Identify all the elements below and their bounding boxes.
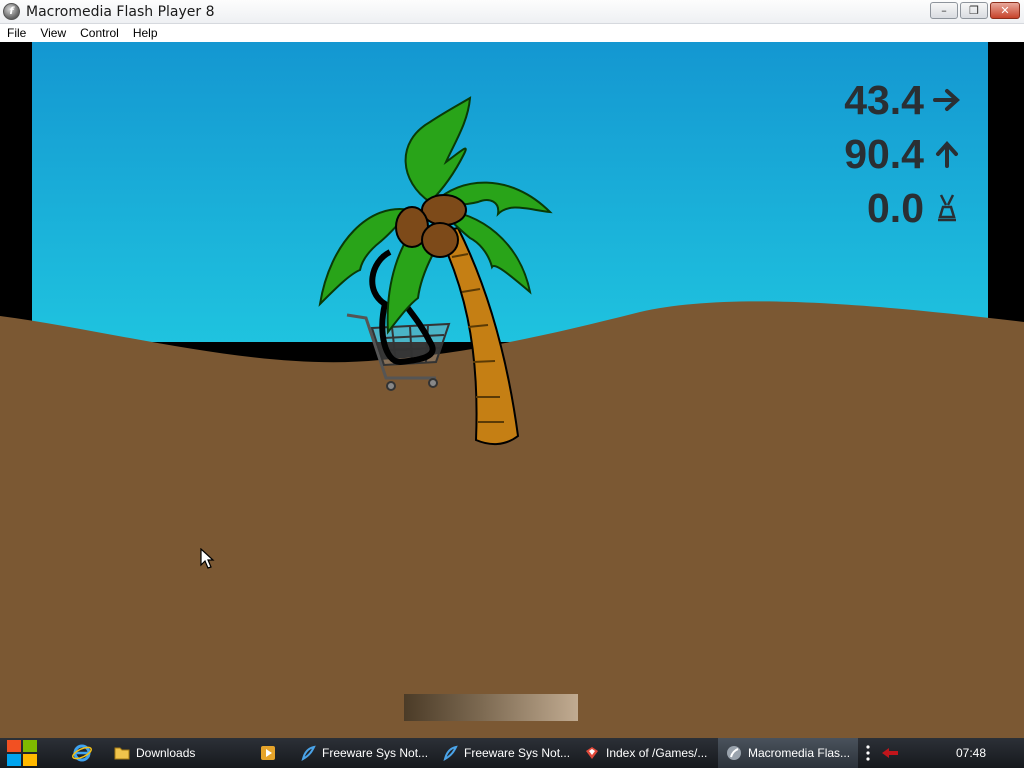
menu-control[interactable]: Control (80, 26, 119, 40)
menu-view[interactable]: View (40, 26, 66, 40)
flash-player-icon: f (3, 3, 20, 20)
browser-icon (584, 745, 600, 761)
ground (0, 301, 1024, 738)
more-vertical-icon (866, 745, 870, 761)
red-arrow-left-icon (882, 748, 898, 758)
menu-file[interactable]: File (7, 26, 26, 40)
tray-arrow-button[interactable] (878, 738, 902, 768)
arrow-up-icon (932, 139, 962, 169)
window-title: Macromedia Flash Player 8 (26, 3, 215, 20)
mouse-cursor-icon (200, 548, 215, 569)
power-bar (404, 694, 578, 721)
folder-icon (114, 745, 130, 761)
minimize-button[interactable]: – (930, 2, 958, 19)
hud-height: 90.4 (844, 130, 962, 178)
taskbar-clock[interactable]: 07:48 (956, 746, 986, 760)
task-index-games[interactable]: Index of /Games/... (576, 738, 718, 768)
hud-distance: 43.4 (844, 76, 962, 124)
pinned-ie-button[interactable] (58, 738, 106, 768)
task-label: Downloads (136, 746, 196, 760)
app-icon (300, 745, 316, 761)
taskbar: Downloads Freeware Sys Not... Freeware S… (0, 738, 1024, 768)
close-button[interactable]: ✕ (990, 2, 1020, 19)
third-value: 0.0 (867, 184, 924, 231)
task-freeware-1[interactable]: Freeware Sys Not... (292, 738, 434, 768)
menu-bar: File View Control Help (0, 24, 1024, 42)
task-flash-player[interactable]: Macromedia Flas... (718, 738, 858, 768)
title-bar: f Macromedia Flash Player 8 – ❐ ✕ (0, 0, 1024, 24)
task-downloads[interactable]: Downloads (106, 738, 252, 768)
task-media-player[interactable] (252, 738, 292, 768)
internet-explorer-icon (72, 744, 92, 762)
windows-logo-icon (7, 740, 37, 766)
media-player-icon (260, 745, 276, 761)
task-label: Freeware Sys Not... (322, 746, 429, 760)
task-label: Macromedia Flas... (748, 746, 851, 760)
taskbar-overflow-button[interactable] (858, 738, 878, 768)
weight-icon (932, 193, 962, 223)
task-label: Index of /Games/... (606, 746, 708, 760)
task-label: Freeware Sys Not... (464, 746, 571, 760)
task-freeware-2[interactable]: Freeware Sys Not... (434, 738, 576, 768)
start-button[interactable] (0, 738, 44, 768)
window-controls: – ❐ ✕ (930, 2, 1020, 19)
restore-button[interactable]: ❐ (960, 2, 988, 19)
app-icon (442, 745, 458, 761)
hud-third: 0.0 (867, 184, 962, 232)
height-value: 90.4 (844, 130, 924, 177)
distance-value: 43.4 (844, 76, 924, 123)
arrow-right-icon (932, 85, 962, 115)
flash-game-area[interactable]: 43.4 90.4 0.0 (0, 42, 1024, 738)
hud-panel: 43.4 90.4 0.0 (844, 76, 962, 232)
menu-help[interactable]: Help (133, 26, 158, 40)
flash-player-icon (726, 745, 742, 761)
